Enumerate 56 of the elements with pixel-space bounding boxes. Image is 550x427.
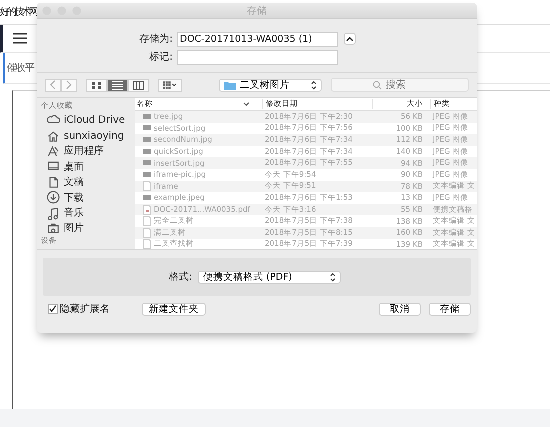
house-icon [47, 130, 60, 143]
document-icon [47, 176, 60, 189]
icon-view-button[interactable] [86, 78, 107, 92]
chevron-up-icon [346, 36, 354, 42]
sidebar-item[interactable]: 应用程序 [41, 144, 135, 160]
chevron-right-icon [66, 80, 72, 90]
window-title: 存储 [247, 4, 267, 18]
music-note-icon [47, 206, 60, 220]
page-heading: 催收平 [7, 62, 34, 75]
up-down-arrows-icon [311, 80, 317, 90]
grid-icon [91, 80, 102, 90]
list-view-button[interactable] [107, 78, 128, 92]
save-as-label: 存储为: [138, 32, 174, 46]
up-down-arrows-icon [330, 272, 336, 282]
tags-field[interactable] [177, 50, 338, 64]
save-as-field[interactable]: DOC-20171013-WA0035 (1) [177, 32, 338, 46]
sidebar-item[interactable]: 音乐 [41, 205, 135, 221]
cancel-button[interactable]: 取消 [379, 302, 421, 316]
format-popup[interactable]: 便携文稿格式 (PDF) [198, 270, 342, 284]
download-icon [47, 191, 60, 204]
columns-icon [133, 80, 144, 90]
sidebar-item[interactable]: 图片 [41, 220, 135, 236]
column-view-button[interactable] [128, 78, 149, 92]
menu-icon[interactable] [13, 33, 27, 44]
folder-icon [224, 80, 236, 90]
group-button[interactable] [158, 78, 182, 92]
hide-extension-checkbox[interactable]: 隐藏扩展名 [48, 302, 110, 316]
tags-label: 标记: [148, 50, 174, 64]
file-icon [143, 146, 152, 157]
search-field[interactable]: 搜索 [331, 78, 469, 92]
file-icon [143, 134, 152, 145]
save-button[interactable]: 存储 [429, 302, 471, 316]
list-icon [112, 80, 123, 90]
sidebar-item[interactable]: 桌面 [41, 159, 135, 175]
location-popup[interactable]: 二叉树图片 [219, 78, 322, 92]
file-icon [143, 170, 152, 180]
expand-button[interactable] [344, 33, 356, 45]
file-icon [143, 112, 152, 122]
sidebar-item[interactable]: sunxiaoying [41, 128, 135, 144]
file-icon [143, 158, 152, 168]
file-icon [143, 123, 152, 134]
search-icon [373, 81, 382, 90]
apps-icon [47, 144, 60, 158]
desktop-icon [47, 160, 60, 174]
format-label: 格式: [169, 270, 192, 284]
sidebar-item[interactable]: 下载 [41, 190, 135, 206]
chevron-left-icon [50, 80, 56, 90]
site-title: 好的技术网 [0, 6, 36, 19]
sidebar-item[interactable]: iCloud Drive [41, 113, 135, 128]
new-folder-button[interactable]: 新建文件夹 [142, 302, 206, 316]
sort-chevron-icon [243, 102, 250, 107]
file-icon [143, 192, 152, 203]
grid-dropdown-icon [163, 80, 177, 90]
camera-icon [47, 222, 60, 235]
sidebar-item[interactable]: 文稿 [41, 174, 135, 190]
checkmark-icon [49, 305, 57, 313]
